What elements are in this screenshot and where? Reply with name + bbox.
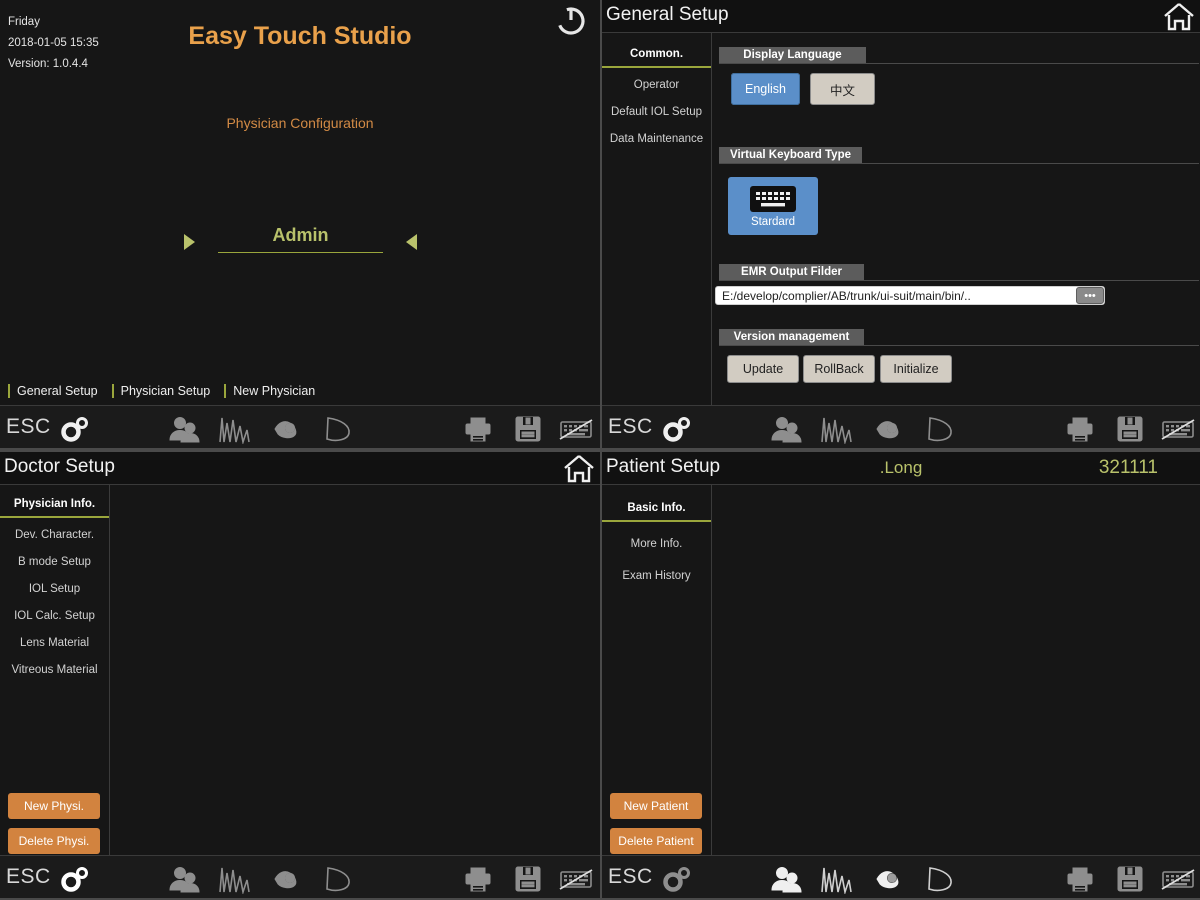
gear-icon[interactable] bbox=[657, 412, 697, 446]
home-icon[interactable] bbox=[562, 453, 596, 484]
patient-setup-screen: Patient Setup .Long 321111 Basic Info. M… bbox=[600, 450, 1200, 900]
ultrasound-cone-icon[interactable] bbox=[318, 412, 358, 446]
waveform-icon[interactable] bbox=[817, 412, 857, 446]
save-icon[interactable] bbox=[1110, 862, 1150, 896]
prev-physician-arrow[interactable] bbox=[184, 234, 195, 250]
delete-physician-button[interactable]: Delete Physi. bbox=[8, 828, 100, 854]
sidebar-item-operator[interactable]: Operator bbox=[602, 72, 711, 99]
sidebar-item-vitreous-material[interactable]: Vitreous Material bbox=[0, 657, 109, 684]
doctor-setup-header: Doctor Setup bbox=[0, 452, 600, 485]
gear-icon[interactable] bbox=[55, 862, 95, 896]
patient-name: .Long bbox=[879, 458, 923, 477]
home-icon[interactable] bbox=[1162, 1, 1196, 32]
emr-section: EMR Output Filder bbox=[719, 264, 864, 280]
emr-path-input[interactable]: E:/develop/complier/AB/trunk/ui-suit/mai… bbox=[715, 286, 1105, 305]
doctor-setup-screen: Doctor Setup Physician Info. Dev. Charac… bbox=[0, 450, 600, 900]
doctor-setup-sidebar: Physician Info. Dev. Character. B mode S… bbox=[0, 485, 110, 855]
printer-icon[interactable] bbox=[1060, 412, 1100, 446]
sidebar-item-physician-info[interactable]: Physician Info. bbox=[0, 491, 109, 518]
people-icon[interactable] bbox=[767, 412, 807, 446]
ultrasound-cone-icon[interactable] bbox=[920, 412, 960, 446]
sidebar-item-iol-setup[interactable]: IOL Setup bbox=[0, 576, 109, 603]
language-english-selected[interactable]: English bbox=[731, 73, 800, 105]
version-management-section: Version management bbox=[719, 329, 864, 345]
nav-general-setup[interactable]: General Setup bbox=[8, 384, 98, 398]
printer-icon[interactable] bbox=[458, 862, 498, 896]
selected-physician[interactable]: Admin bbox=[218, 225, 383, 253]
page-title: General Setup bbox=[606, 4, 729, 25]
sidebar-item-common[interactable]: Common. bbox=[602, 41, 711, 68]
nav-new-physician[interactable]: New Physician bbox=[224, 384, 315, 398]
sidebar-item-exam-history[interactable]: Exam History bbox=[602, 558, 711, 590]
toolbar: ESC bbox=[0, 405, 600, 450]
keyboard-disabled-icon[interactable] bbox=[556, 862, 596, 896]
esc-button[interactable]: ESC bbox=[6, 415, 51, 439]
virtual-keyboard-section: Virtual Keyboard Type bbox=[719, 147, 862, 163]
ultrasound-cone-icon[interactable] bbox=[920, 862, 960, 896]
eye-icon[interactable] bbox=[870, 862, 910, 896]
sidebar-item-data-maintenance[interactable]: Data Maintenance bbox=[602, 126, 711, 153]
toolbar: ESC bbox=[0, 855, 600, 900]
eye-icon[interactable] bbox=[268, 412, 308, 446]
patient-id: 321111 bbox=[1098, 457, 1158, 478]
emr-browse-button[interactable]: ••• bbox=[1076, 287, 1104, 304]
sidebar-item-b-mode-setup[interactable]: B mode Setup bbox=[0, 549, 109, 576]
page-subtitle: Physician Configuration bbox=[226, 115, 374, 131]
toolbar: ESC bbox=[602, 405, 1200, 450]
keyboard-icon bbox=[750, 185, 796, 212]
people-icon[interactable] bbox=[165, 862, 205, 896]
waveform-icon[interactable] bbox=[215, 862, 255, 896]
new-physician-button[interactable]: New Physi. bbox=[8, 793, 100, 819]
page-title: Patient Setup bbox=[606, 456, 721, 477]
next-physician-arrow[interactable] bbox=[406, 234, 417, 250]
home-nav-links: General Setup Physician Setup New Physic… bbox=[8, 384, 315, 398]
esc-button[interactable]: ESC bbox=[608, 865, 653, 889]
general-setup-header: General Setup bbox=[602, 0, 1200, 33]
eye-icon[interactable] bbox=[268, 862, 308, 896]
save-icon[interactable] bbox=[508, 862, 548, 896]
toolbar: ESC bbox=[602, 855, 1200, 900]
general-setup-screen: General Setup Common. Operator Default I… bbox=[600, 0, 1200, 450]
gear-icon[interactable] bbox=[657, 862, 697, 896]
new-patient-button[interactable]: New Patient bbox=[610, 793, 702, 819]
keyboard-disabled-icon[interactable] bbox=[556, 412, 596, 446]
language-chinese-button[interactable]: 中文 bbox=[810, 73, 875, 105]
keyboard-disabled-icon[interactable] bbox=[1158, 412, 1198, 446]
save-icon[interactable] bbox=[508, 412, 548, 446]
page-title: Doctor Setup bbox=[4, 456, 115, 477]
esc-button[interactable]: ESC bbox=[608, 415, 653, 439]
display-language-section: Display Language bbox=[719, 47, 866, 63]
printer-icon[interactable] bbox=[1060, 862, 1100, 896]
sidebar-item-dev-character[interactable]: Dev. Character. bbox=[0, 522, 109, 549]
save-icon[interactable] bbox=[1110, 412, 1150, 446]
initialize-button[interactable]: Initialize bbox=[880, 355, 952, 383]
delete-patient-button[interactable]: Delete Patient bbox=[610, 828, 702, 854]
update-button[interactable]: Update bbox=[727, 355, 799, 383]
people-icon[interactable] bbox=[165, 412, 205, 446]
printer-icon[interactable] bbox=[458, 412, 498, 446]
waveform-icon[interactable] bbox=[215, 412, 255, 446]
patient-setup-header: Patient Setup .Long 321111 bbox=[602, 452, 1200, 485]
home-version: Version: 1.0.4.4 bbox=[8, 58, 88, 70]
general-setup-sidebar: Common. Operator Default IOL Setup Data … bbox=[602, 33, 712, 405]
app-title: Easy Touch Studio bbox=[188, 22, 412, 50]
sidebar-item-basic-info[interactable]: Basic Info. bbox=[602, 495, 711, 522]
eye-icon[interactable] bbox=[870, 412, 910, 446]
people-icon[interactable] bbox=[767, 862, 807, 896]
ultrasound-cone-icon[interactable] bbox=[318, 862, 358, 896]
rollback-button[interactable]: RollBack bbox=[803, 355, 875, 383]
keyboard-disabled-icon[interactable] bbox=[1158, 862, 1198, 896]
sidebar-item-default-iol-setup[interactable]: Default IOL Setup bbox=[602, 99, 711, 126]
sidebar-item-iol-calc-setup[interactable]: IOL Calc. Setup bbox=[0, 603, 109, 630]
patient-setup-sidebar: Basic Info. More Info. Exam History New … bbox=[602, 485, 712, 855]
waveform-icon[interactable] bbox=[817, 862, 857, 896]
home-screen: Friday 2018-01-05 15:35 Version: 1.0.4.4… bbox=[0, 0, 600, 450]
esc-button[interactable]: ESC bbox=[6, 865, 51, 889]
gear-icon[interactable] bbox=[55, 412, 95, 446]
sidebar-item-lens-material[interactable]: Lens Material bbox=[0, 630, 109, 657]
keyboard-standard-tile[interactable]: Stardard bbox=[728, 177, 818, 235]
nav-physician-setup[interactable]: Physician Setup bbox=[111, 384, 210, 398]
keyboard-tile-label: Stardard bbox=[750, 215, 796, 228]
sidebar-item-more-info[interactable]: More Info. bbox=[602, 526, 711, 558]
